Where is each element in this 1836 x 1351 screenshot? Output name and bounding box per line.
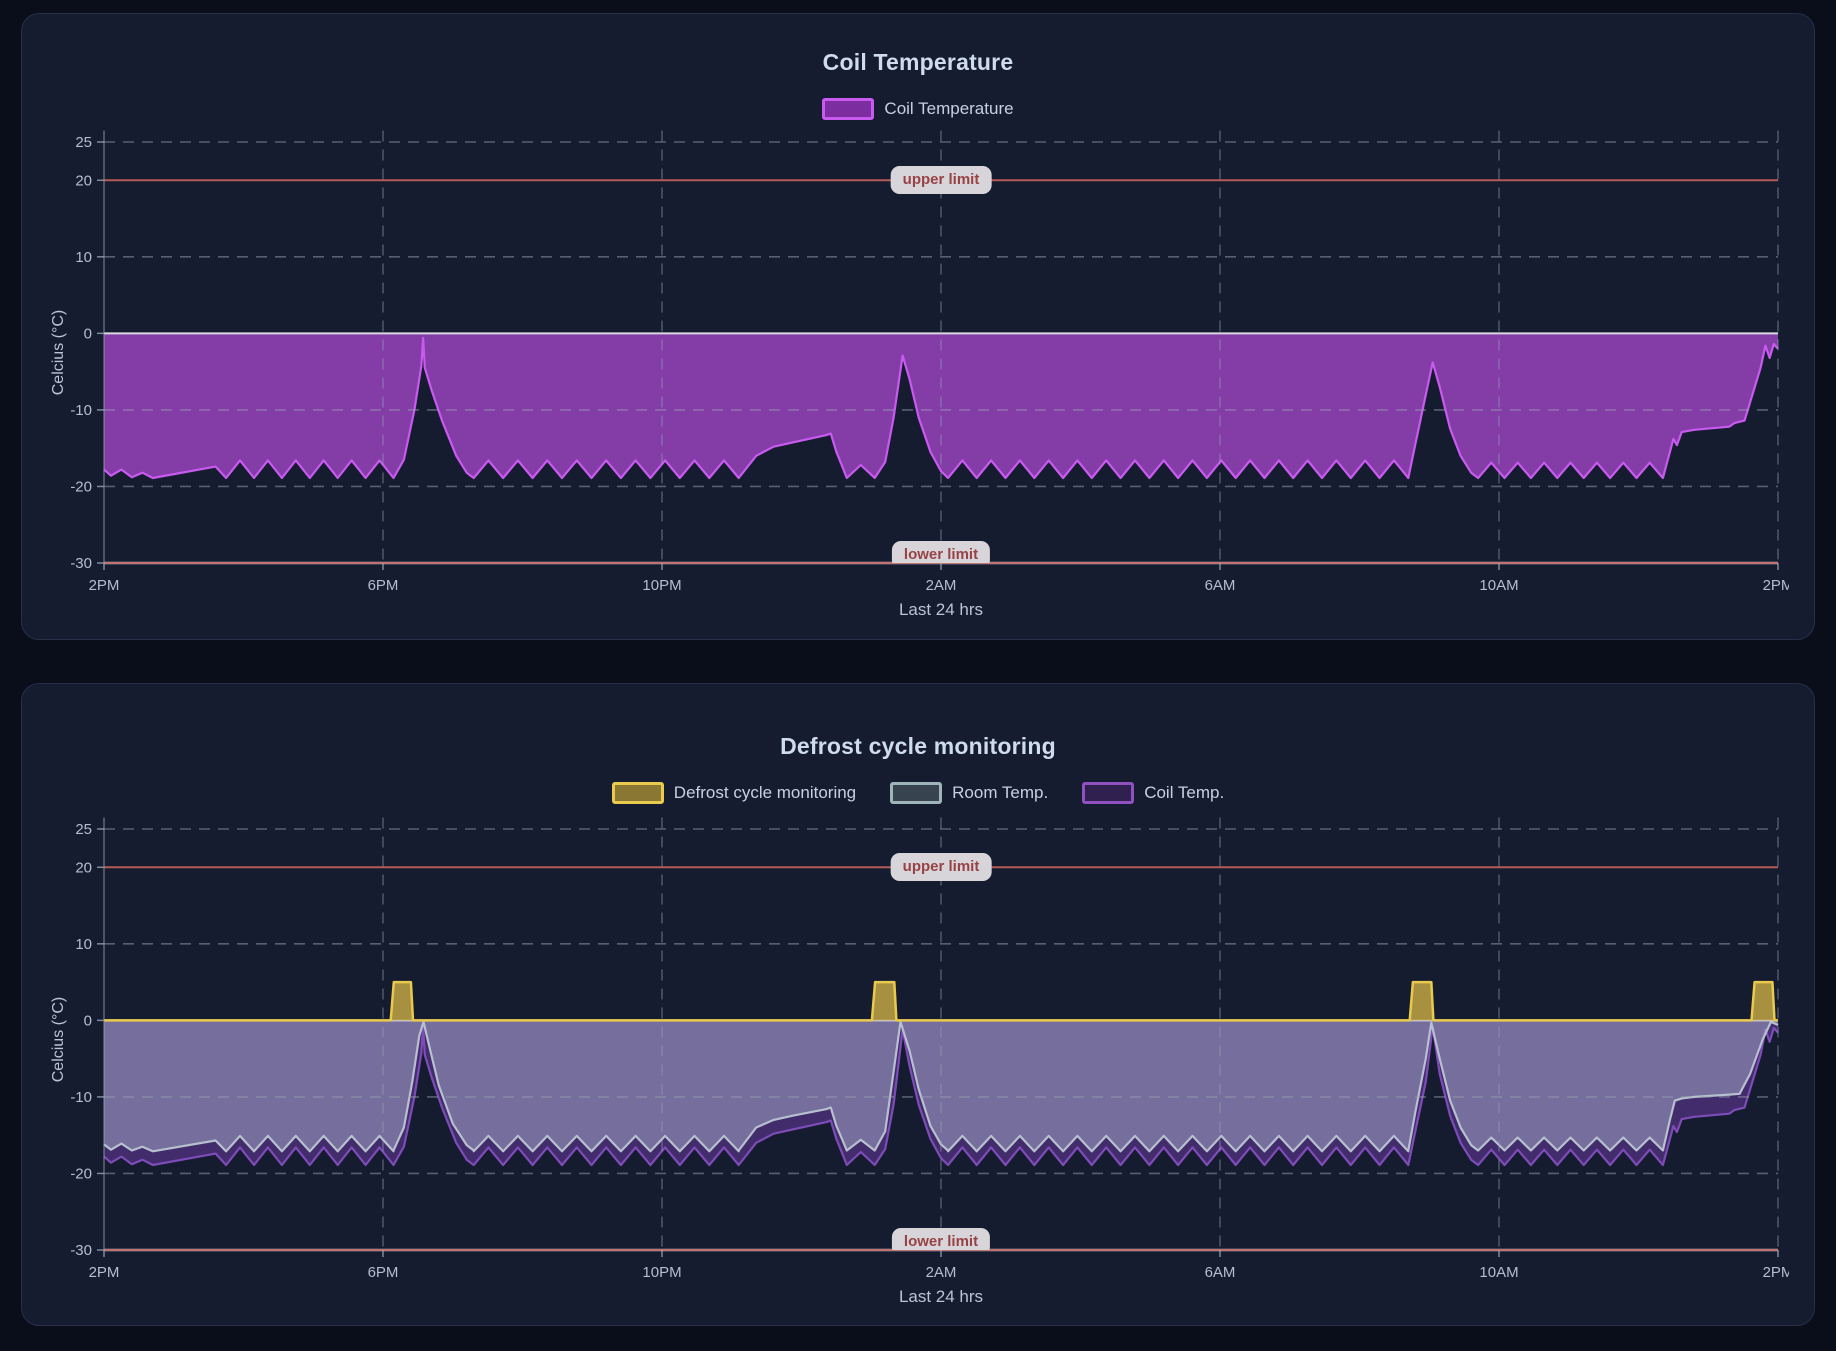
svg-text:2PM: 2PM	[1763, 1264, 1789, 1281]
svg-text:Celcius (°C): Celcius (°C)	[50, 310, 67, 396]
legend-swatch-icon	[890, 782, 942, 804]
svg-text:10AM: 10AM	[1479, 1264, 1518, 1281]
svg-text:-10: -10	[70, 402, 92, 419]
legend-item-room-temp[interactable]: Room Temp.	[890, 782, 1048, 804]
legend-item-defrost-cycle[interactable]: Defrost cycle monitoring	[612, 782, 856, 804]
svg-text:10: 10	[75, 936, 92, 953]
svg-text:10AM: 10AM	[1479, 577, 1518, 594]
legend-label: Defrost cycle monitoring	[674, 783, 856, 803]
svg-text:2PM: 2PM	[89, 1264, 120, 1281]
svg-text:2PM: 2PM	[1763, 577, 1789, 594]
svg-text:Last 24 hrs: Last 24 hrs	[899, 1287, 983, 1306]
chart-plot-area[interactable]: 25 20 10 0 -10 -20 -30 2PM 6PM 10PM 2AM 6AM 10AM 2PM L…	[49, 815, 1787, 1307]
legend-swatch-icon	[612, 782, 664, 804]
legend-swatch-icon	[1082, 782, 1134, 804]
svg-text:2AM: 2AM	[926, 1264, 957, 1281]
svg-text:Celcius (°C): Celcius (°C)	[50, 997, 67, 1083]
svg-text:10: 10	[75, 249, 92, 266]
legend-label: Coil Temp.	[1144, 783, 1224, 803]
legend-label: Coil Temperature	[884, 99, 1013, 119]
svg-text:25: 25	[75, 821, 92, 838]
upper-limit-badge: upper limit	[891, 853, 992, 881]
svg-text:2PM: 2PM	[89, 577, 120, 594]
legend-item-coil-temp[interactable]: Coil Temp.	[1082, 782, 1224, 804]
svg-text:Last 24 hrs: Last 24 hrs	[899, 600, 983, 619]
svg-text:6PM: 6PM	[368, 1264, 399, 1281]
svg-text:-30: -30	[70, 555, 92, 572]
svg-text:-20: -20	[70, 1165, 92, 1182]
svg-text:0: 0	[84, 1012, 92, 1029]
upper-limit-badge: upper limit	[891, 166, 992, 194]
legend-swatch-icon	[822, 98, 874, 120]
svg-text:20: 20	[75, 172, 92, 189]
coil-temperature-chart[interactable]: 25 20 10 0 -10 -20 -30 2PM 6PM 10PM 2AM 6AM 10AM 2PM L…	[49, 128, 1789, 620]
svg-text:25: 25	[75, 134, 92, 151]
svg-text:10PM: 10PM	[642, 1264, 681, 1281]
svg-text:20: 20	[75, 859, 92, 876]
svg-text:0: 0	[84, 325, 92, 342]
svg-text:10PM: 10PM	[642, 577, 681, 594]
svg-text:6AM: 6AM	[1205, 1264, 1236, 1281]
svg-text:6PM: 6PM	[368, 577, 399, 594]
defrost-cycle-chart[interactable]: 25 20 10 0 -10 -20 -30 2PM 6PM 10PM 2AM 6AM 10AM 2PM L…	[49, 815, 1789, 1307]
svg-text:-30: -30	[70, 1242, 92, 1259]
chart-title: Coil Temperature	[22, 48, 1814, 76]
legend-item-coil-temperature[interactable]: Coil Temperature	[822, 98, 1013, 120]
chart-plot-area[interactable]: 25 20 10 0 -10 -20 -30 2PM 6PM 10PM 2AM 6AM 10AM 2PM L…	[49, 128, 1787, 620]
svg-text:-10: -10	[70, 1089, 92, 1106]
chart-title: Defrost cycle monitoring	[22, 732, 1814, 760]
legend: Defrost cycle monitoring Room Temp. Coil…	[22, 780, 1814, 806]
chart-card-coil-temperature: Coil Temperature Coil Temperature 25 20 10…	[21, 13, 1815, 640]
svg-text:2AM: 2AM	[926, 577, 957, 594]
chart-card-defrost-cycle-monitoring: Defrost cycle monitoring Defrost cycle m…	[21, 683, 1815, 1326]
legend: Coil Temperature	[22, 96, 1814, 122]
svg-text:6AM: 6AM	[1205, 577, 1236, 594]
legend-label: Room Temp.	[952, 783, 1048, 803]
svg-text:-20: -20	[70, 478, 92, 495]
